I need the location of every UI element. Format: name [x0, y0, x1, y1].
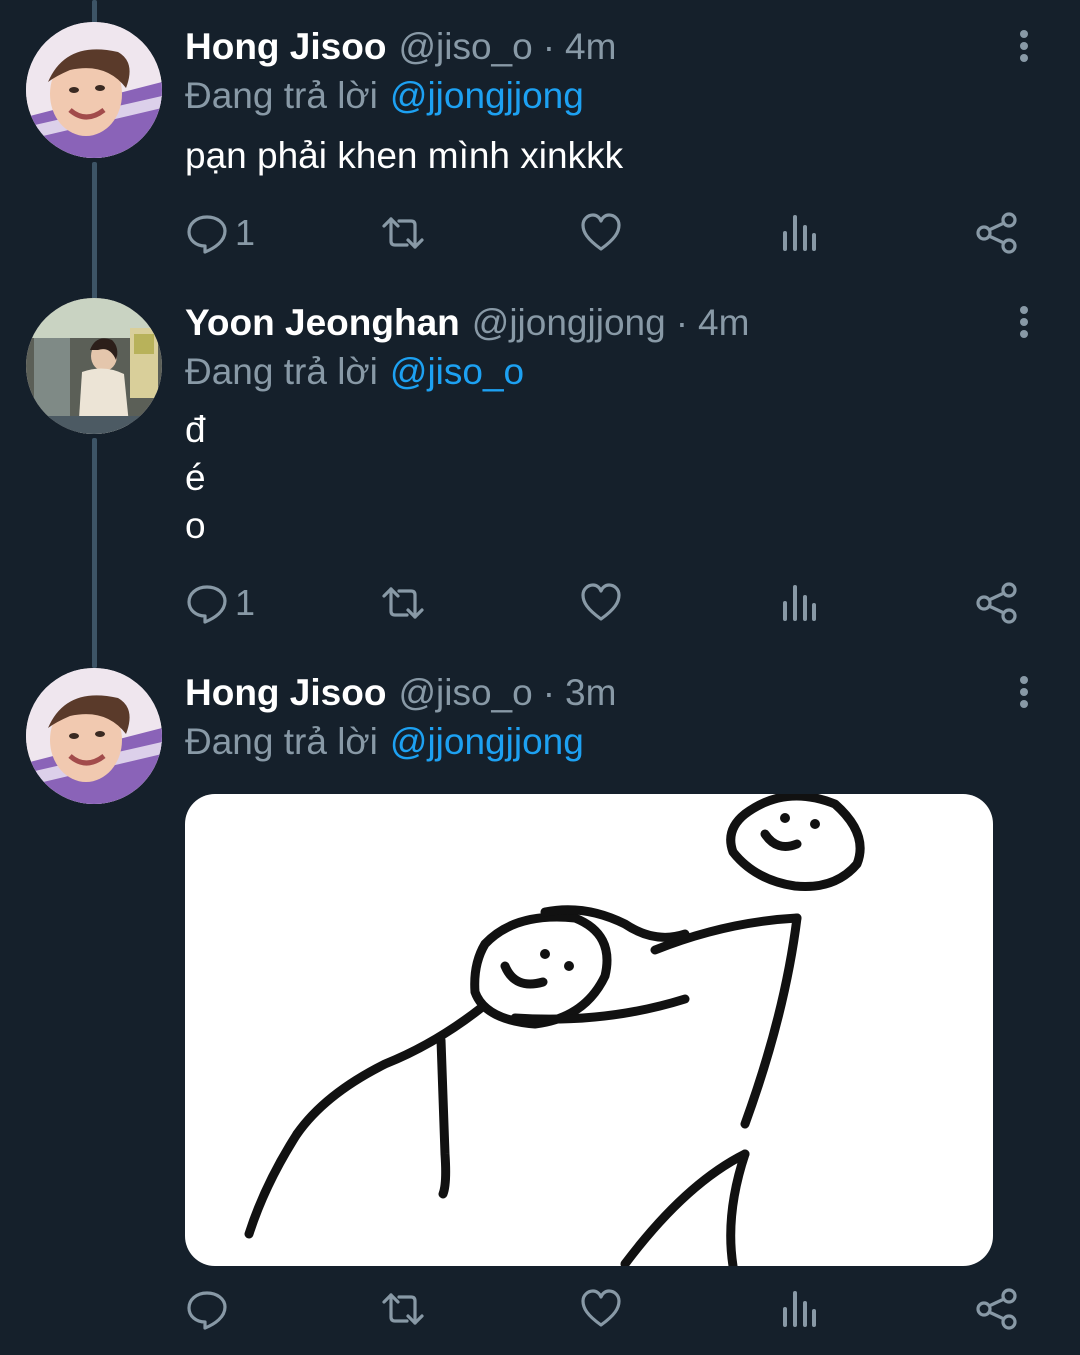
replying-to: Đang trả lời @jjongjjong [185, 718, 1020, 766]
analytics-button[interactable] [777, 1284, 821, 1334]
more-icon[interactable] [1012, 672, 1036, 712]
replying-to-label: Đang trả lời [185, 721, 378, 762]
tweet-text: pạn phải khen mình xinkkk [185, 135, 624, 176]
avatar[interactable] [26, 22, 162, 158]
tweet-header: Hong Jisoo @jiso_o · 4m [185, 22, 1020, 72]
tweet-text: đ é o [185, 406, 1020, 550]
retweet-button[interactable] [381, 1284, 425, 1334]
share-icon [976, 1288, 1017, 1330]
replying-to-label: Đang trả lời [185, 75, 378, 116]
reply-button[interactable]: 1 [185, 208, 255, 258]
author-name[interactable]: Hong Jisoo [185, 26, 386, 68]
separator: · [542, 26, 556, 67]
share-icon [976, 582, 1017, 624]
tweet-actions [185, 1284, 1030, 1334]
reply-count: 1 [235, 212, 256, 253]
timestamp[interactable]: 3m [565, 672, 616, 714]
tweet-thread: Hong Jisoo @jiso_o · 4m Đang trả lời @jj… [0, 0, 1080, 1355]
replying-to-handle[interactable]: @jjongjjong [390, 75, 584, 117]
replying-to: Đang trả lời @jjongjjong [185, 72, 1020, 120]
tweet-text-line: o [185, 505, 206, 546]
avatar-image [26, 22, 162, 158]
analytics-button[interactable] [777, 578, 821, 628]
analytics-icon [783, 1291, 816, 1327]
author-handle[interactable]: @jiso_o [398, 672, 532, 714]
more-icon[interactable] [1012, 302, 1036, 342]
retweet-button[interactable] [381, 208, 425, 258]
retweet-button[interactable] [381, 578, 425, 628]
like-button[interactable] [579, 208, 623, 258]
share-button[interactable] [975, 1284, 1019, 1334]
thread-connector [92, 438, 97, 668]
author-name[interactable]: Yoon Jeonghan [185, 302, 460, 344]
retweet-icon [382, 1293, 424, 1325]
share-button[interactable] [975, 578, 1019, 628]
thread-connector [92, 0, 97, 24]
tweet-media-image[interactable] [185, 794, 993, 1266]
reply-icon [187, 215, 227, 254]
replying-to-label: Đang trả lời [185, 351, 378, 392]
avatar[interactable] [26, 668, 162, 804]
tweet-actions: 1 [185, 578, 1030, 628]
analytics-icon [783, 215, 816, 251]
like-icon [581, 583, 621, 621]
stick-figure-drawing [244, 794, 865, 1266]
author-name[interactable]: Hong Jisoo [185, 672, 386, 714]
tweet-content: Yoon Jeonghan @jjongjjong · 4m Đang trả … [185, 298, 1020, 550]
avatar-image [26, 298, 162, 434]
tweet-text-line: é [185, 457, 206, 498]
retweet-icon [382, 587, 424, 619]
analytics-icon [783, 585, 816, 621]
separator: · [542, 672, 556, 713]
tweet-text-line: đ [185, 409, 206, 450]
avatar[interactable] [26, 298, 162, 434]
reply-count: 1 [235, 582, 256, 623]
replying-to-handle[interactable]: @jiso_o [390, 351, 524, 393]
avatar-image [26, 668, 162, 804]
like-icon [581, 1289, 621, 1327]
tweet-content: Hong Jisoo @jiso_o · 3m Đang trả lời @jj… [185, 668, 1020, 766]
analytics-button[interactable] [777, 208, 821, 258]
like-button[interactable] [579, 1284, 623, 1334]
separator: · [675, 302, 689, 343]
tweet-actions: 1 [185, 208, 1030, 258]
reply-button[interactable] [185, 1284, 235, 1334]
reply-button[interactable]: 1 [185, 578, 255, 628]
reply-icon [187, 1291, 227, 1330]
tweet-content: Hong Jisoo @jiso_o · 4m Đang trả lời @jj… [185, 22, 1020, 180]
like-button[interactable] [579, 578, 623, 628]
share-icon [976, 212, 1017, 254]
tweet-header: Yoon Jeonghan @jjongjjong · 4m [185, 298, 1020, 348]
retweet-icon [382, 217, 424, 249]
thread-connector [92, 162, 97, 300]
tweet-header: Hong Jisoo @jiso_o · 3m [185, 668, 1020, 718]
replying-to: Đang trả lời @jiso_o [185, 348, 1020, 396]
replying-to-handle[interactable]: @jjongjjong [390, 721, 584, 763]
share-button[interactable] [975, 208, 1019, 258]
reply-icon [187, 585, 227, 624]
timestamp[interactable]: 4m [698, 302, 749, 344]
timestamp[interactable]: 4m [565, 26, 616, 68]
author-handle[interactable]: @jjongjjong [472, 302, 666, 344]
author-handle[interactable]: @jiso_o [398, 26, 532, 68]
more-icon[interactable] [1012, 26, 1036, 66]
like-icon [581, 213, 621, 251]
